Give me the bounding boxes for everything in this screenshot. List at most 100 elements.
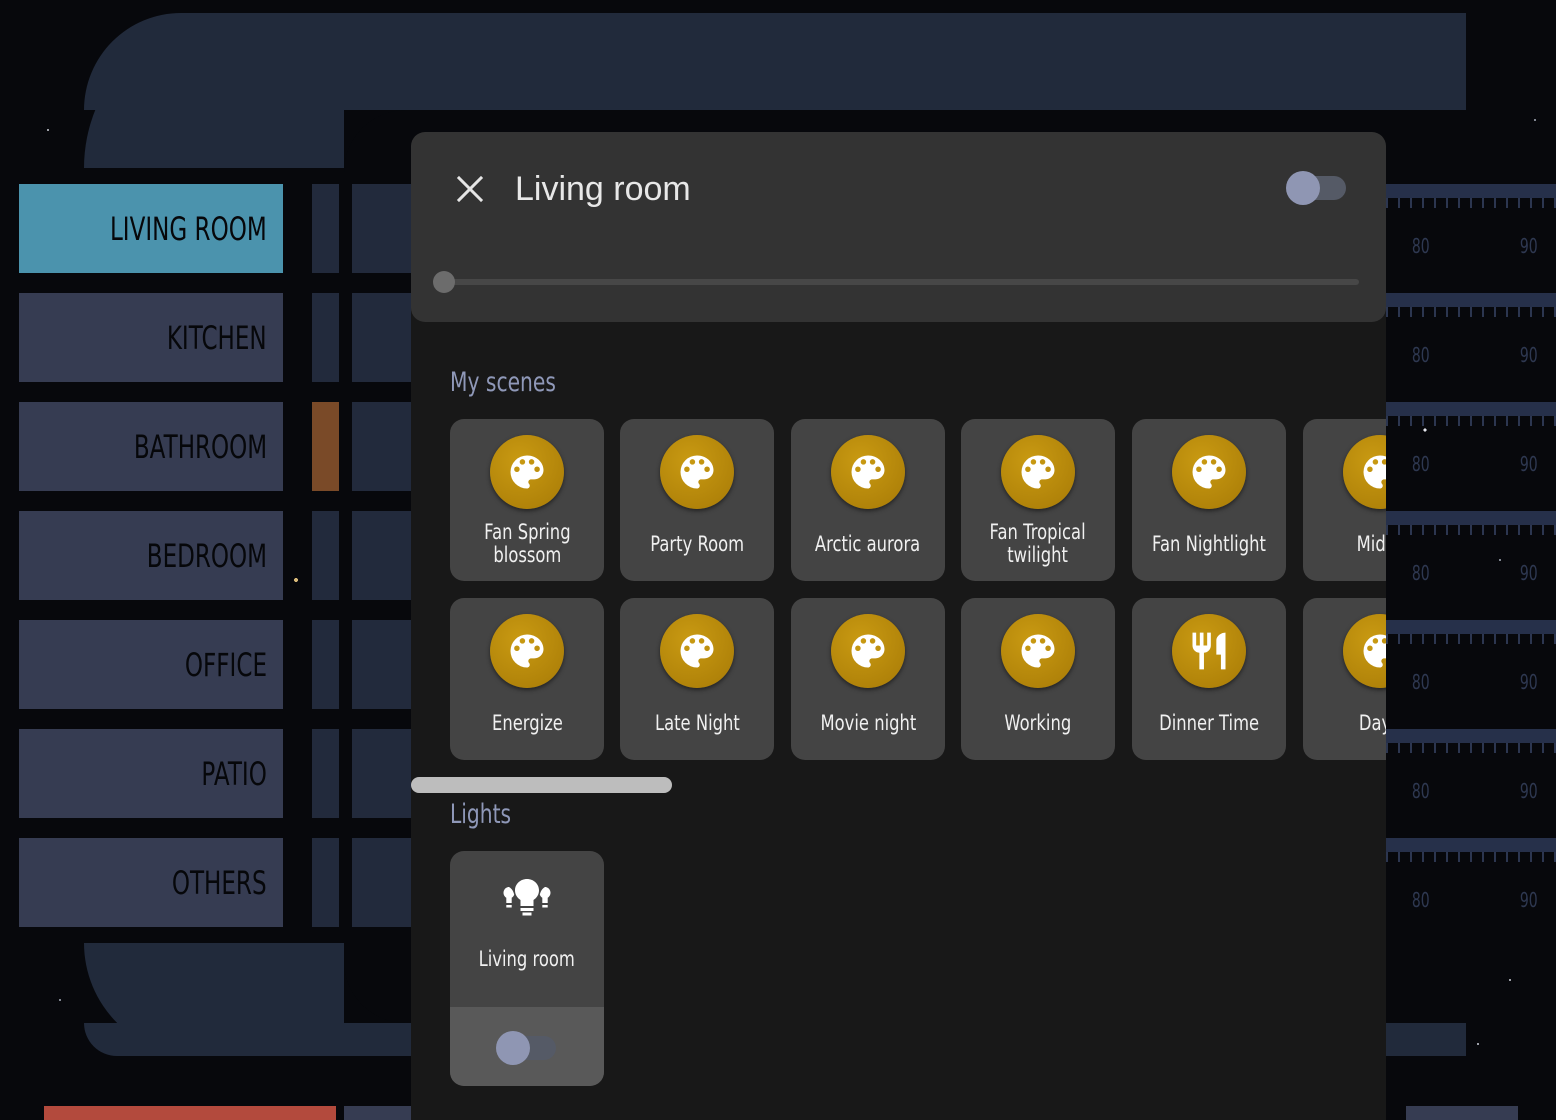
gauge-label: 80 [1411,343,1430,367]
light-tile-living-room[interactable]: Living room [450,851,604,1086]
scene-label: Late Night [654,710,740,735]
scene-tile[interactable]: Midwi [1303,419,1386,581]
footer-bar [1406,1106,1518,1120]
scene-tile[interactable]: Fan Spring blossom [450,419,604,581]
dialog-header: Living room [411,132,1386,322]
nav-item-label: BEDROOM [146,536,267,575]
nav-item-label: BATHROOM [133,427,267,466]
room-gauge: 80 90 [1386,838,1556,928]
nav-item-bathroom[interactable]: BATHROOM [19,402,283,491]
scene-tile[interactable]: Fan Tropical twilight [961,419,1115,581]
room-dialog: Living room My scenes Fan Spring blossom… [411,132,1386,1120]
room-panel-strip [352,838,412,927]
palette-icon [660,614,734,688]
scene-tile[interactable]: Movie night [791,598,945,760]
scene-label: Fan Nightlight [1152,531,1266,556]
palette-icon [1343,614,1386,688]
room-gauge: 80 90 [1386,402,1556,492]
gauge-label: 80 [1411,234,1430,258]
gauge-label: 90 [1519,343,1538,367]
status-strip [312,838,339,927]
nav-item-label: LIVING ROOM [110,209,267,248]
status-strip [312,511,339,600]
footer-bar-alert [44,1106,336,1120]
scene-label: Dayli [1359,710,1386,735]
room-panel-strip [352,620,412,709]
gauge-label: 90 [1519,779,1538,803]
status-strip [312,293,339,382]
gauge-label: 80 [1411,670,1430,694]
silverware-icon [1172,614,1246,688]
nav-item-patio[interactable]: PATIO [19,729,283,818]
status-strip-active [312,402,339,491]
status-strip [312,184,339,273]
palette-icon [1001,435,1075,509]
gauge-label: 80 [1411,888,1430,912]
room-gauge: 80 90 [1386,293,1556,383]
palette-icon [831,435,905,509]
scene-tile[interactable]: Dayli [1303,598,1386,760]
brightness-slider[interactable] [433,271,1359,293]
light-power-toggle[interactable] [496,1031,556,1065]
gauge-label: 90 [1519,888,1538,912]
nav-item-others[interactable]: OTHERS [19,838,283,927]
light-tile-footer [450,1007,604,1086]
dialog-title: Living room [515,170,691,208]
palette-icon [660,435,734,509]
scene-tile[interactable]: Late Night [620,598,774,760]
palette-icon [1172,435,1246,509]
scene-tile[interactable]: Dinner Time [1132,598,1286,760]
gauge-label: 90 [1519,234,1538,258]
slider-thumb[interactable] [433,271,455,293]
scene-label: Fan Tropical twilight [989,520,1087,567]
scene-label: Energize [491,710,563,735]
nav-item-label: KITCHEN [167,318,267,357]
nav-item-living-room[interactable]: LIVING ROOM [19,184,283,273]
frame-bar-top [84,13,1466,110]
room-power-toggle[interactable] [1286,171,1346,205]
scene-label: Dinner Time [1158,710,1260,735]
scene-label: Arctic aurora [815,531,921,556]
room-panel-strip [352,402,412,491]
scene-label: Fan Spring blossom [483,520,571,567]
slider-rail [439,279,1359,285]
scene-tile[interactable]: Fan Nightlight [1132,419,1286,581]
scene-label: Midwi [1356,531,1386,556]
status-strip [312,620,339,709]
nav-item-kitchen[interactable]: KITCHEN [19,293,283,382]
palette-icon [831,614,905,688]
gauge-label: 90 [1519,670,1538,694]
gauge-label: 80 [1411,779,1430,803]
room-panel-strip [352,511,412,600]
room-gauge: 80 90 [1386,729,1556,819]
room-gauge: 80 90 [1386,184,1556,274]
nav-item-label: PATIO [201,754,267,793]
palette-icon [490,435,564,509]
footer-bar [344,1106,411,1120]
scene-label: Working [1004,710,1072,735]
room-panel-strip [352,293,412,382]
gauge-label: 80 [1411,452,1430,476]
scene-tile[interactable]: Working [961,598,1115,760]
room-panel-strip [352,729,412,818]
nav-item-office[interactable]: OFFICE [19,620,283,709]
light-label: Living room [478,947,576,971]
room-panel-strip [352,184,412,273]
lightbulb-group-icon [503,879,551,916]
room-gauge: 80 90 [1386,511,1556,601]
scene-label: Party Room [650,531,744,556]
gauge-label: 90 [1519,452,1538,476]
nav-item-label: OFFICE [184,645,267,684]
scene-tile[interactable]: Party Room [620,419,774,581]
gauge-label: 90 [1519,561,1538,585]
scene-tile[interactable]: Arctic aurora [791,419,945,581]
close-icon[interactable] [453,172,487,206]
nav-item-bedroom[interactable]: BEDROOM [19,511,283,600]
horizontal-scrollbar[interactable] [411,777,672,793]
status-strip [312,729,339,818]
scene-tile[interactable]: Energize [450,598,604,760]
section-title-lights: Lights [450,799,512,830]
nav-item-label: OTHERS [172,863,267,902]
palette-icon [490,614,564,688]
palette-icon [1343,435,1386,509]
